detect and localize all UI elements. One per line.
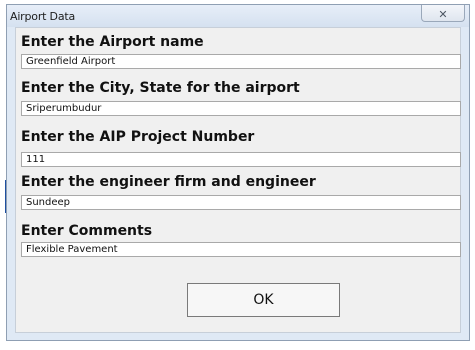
aip-project-number-input[interactable] <box>21 152 461 167</box>
engineer-firm-input[interactable] <box>21 195 461 210</box>
city-state-input[interactable] <box>21 101 461 116</box>
city-state-label: Enter the City, State for the airport <box>21 80 300 96</box>
airport-data-dialog: Airport Data ✕ Enter the Airport name En… <box>6 4 470 341</box>
aip-project-number-label: Enter the AIP Project Number <box>21 129 255 145</box>
airport-name-label: Enter the Airport name <box>21 34 204 50</box>
comments-input[interactable] <box>21 242 461 257</box>
dialog-body: Enter the Airport name Enter the City, S… <box>15 27 461 333</box>
engineer-firm-label: Enter the engineer firm and engineer <box>21 174 316 190</box>
window-title: Airport Data <box>10 10 76 23</box>
title-bar[interactable]: Airport Data ✕ <box>7 5 469 27</box>
ok-button[interactable]: OK <box>187 283 340 317</box>
airport-name-input[interactable] <box>21 54 461 69</box>
close-icon: ✕ <box>438 8 448 21</box>
close-button[interactable]: ✕ <box>421 5 465 22</box>
comments-label: Enter Comments <box>21 223 153 239</box>
